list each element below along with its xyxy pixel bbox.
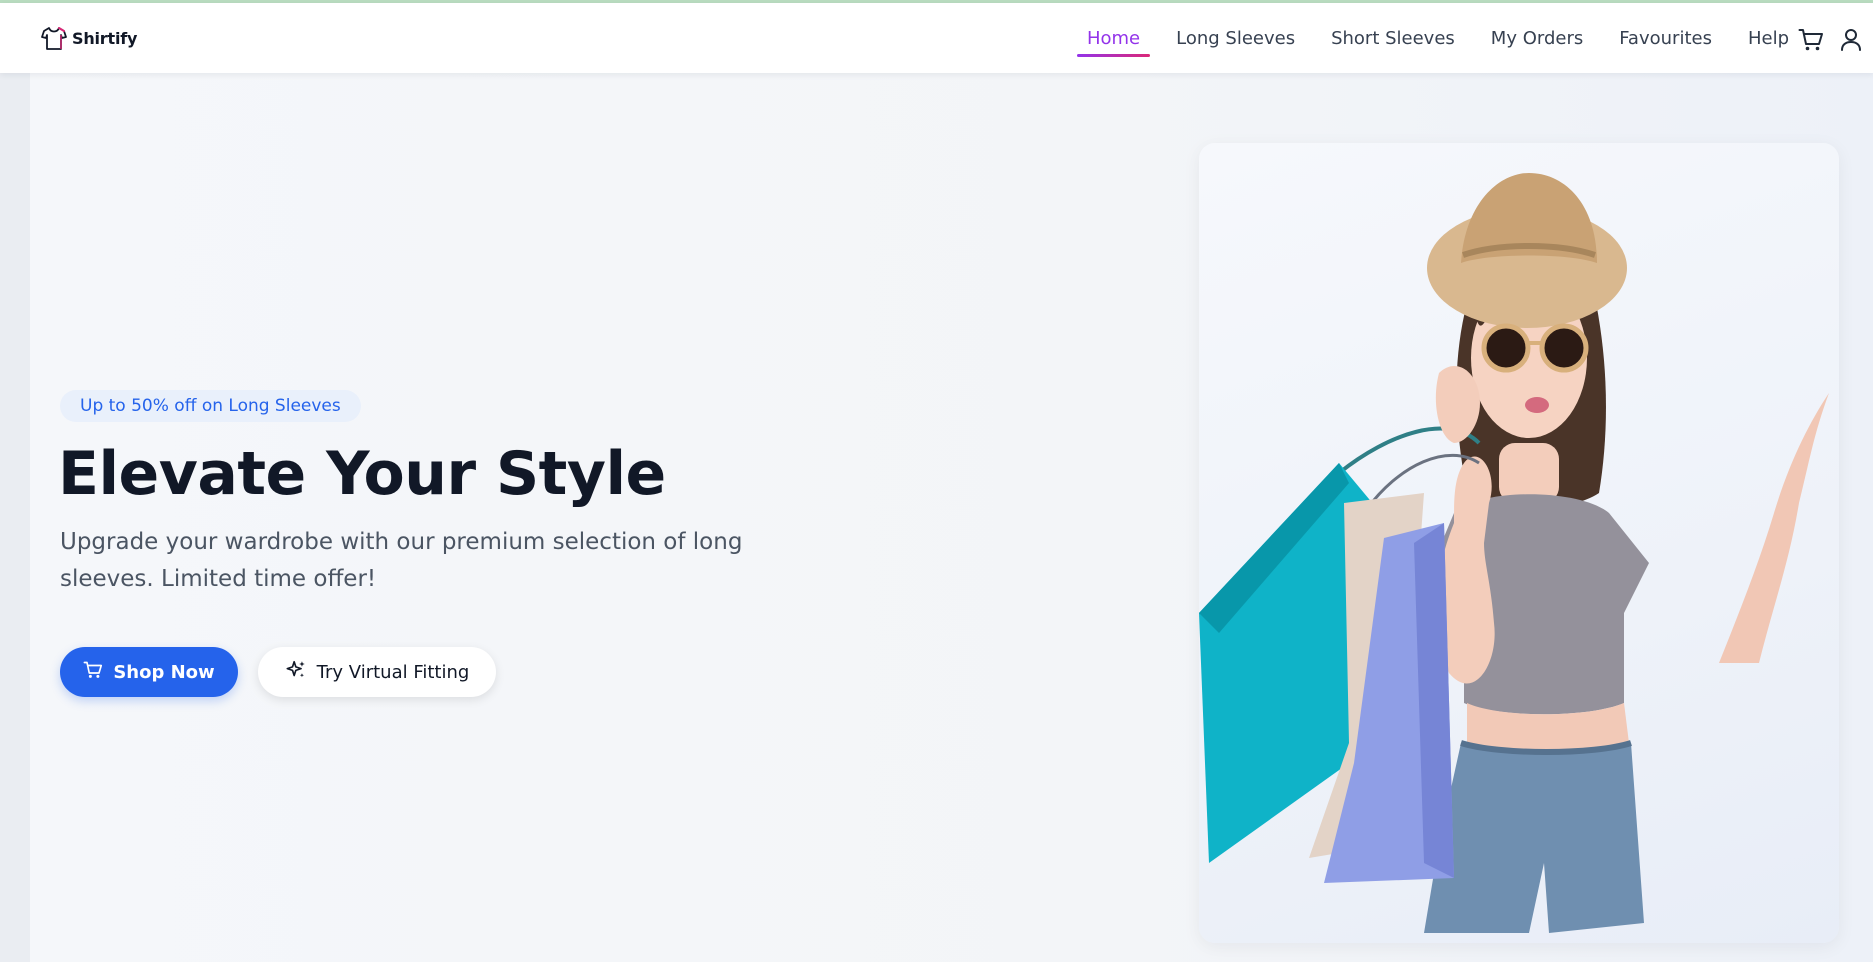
- nav-help[interactable]: Help: [1748, 3, 1789, 73]
- promo-badge: Up to 50% off on Long Sleeves: [60, 390, 361, 422]
- shop-now-button[interactable]: Shop Now: [60, 647, 238, 697]
- sparkles-icon: [285, 659, 307, 686]
- tshirt-logo-icon: [40, 24, 68, 52]
- page-gutter: [0, 73, 30, 962]
- main-navigation: Home Long Sleeves Short Sleeves My Order…: [1051, 3, 1789, 73]
- try-virtual-fitting-button[interactable]: Try Virtual Fitting: [258, 647, 496, 697]
- user-icon[interactable]: [1840, 28, 1862, 56]
- try-virtual-fitting-label: Try Virtual Fitting: [316, 661, 470, 683]
- hero-subtext: Upgrade your wardrobe with our premium s…: [60, 529, 743, 592]
- brand-name: Shirtify: [72, 28, 138, 48]
- cart-icon: [83, 661, 103, 684]
- woman-with-shopping-bags-photo: [1199, 143, 1839, 943]
- brand-logo[interactable]: Shirtify: [40, 24, 137, 52]
- hero-headline: Elevate Your Style: [58, 439, 666, 509]
- nav-my-orders[interactable]: My Orders: [1491, 3, 1583, 73]
- navbar: Shirtify Home Long Sleeves Short Sleeves…: [0, 3, 1873, 73]
- cart-icon[interactable]: [1798, 28, 1824, 56]
- nav-long-sleeves[interactable]: Long Sleeves: [1176, 3, 1295, 73]
- nav-short-sleeves[interactable]: Short Sleeves: [1331, 3, 1455, 73]
- nav-favourites[interactable]: Favourites: [1619, 3, 1712, 73]
- shop-now-label: Shop Now: [113, 661, 215, 683]
- nav-home[interactable]: Home: [1076, 3, 1151, 73]
